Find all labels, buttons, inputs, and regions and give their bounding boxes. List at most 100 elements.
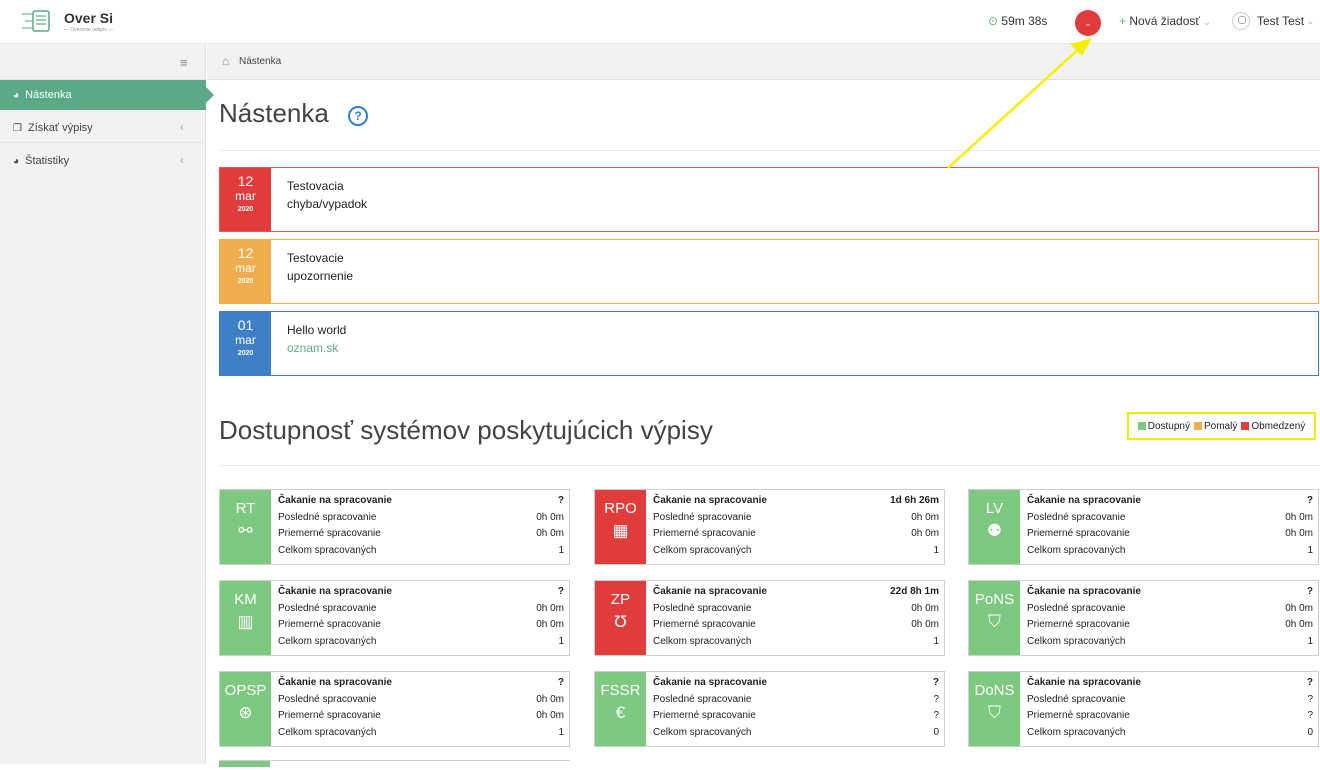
chevron-left-icon: ‹ [180, 122, 184, 134]
system-card-rt: RT ⚯ Čakanie na spracovanie? Posledné sp… [219, 489, 570, 565]
row-label: Posledné spracovanie [653, 693, 752, 705]
row-label: Priemerné spracovanie [1027, 528, 1130, 539]
row-label: Posledné spracovanie [278, 602, 377, 614]
row-label: Čakanie na spracovanie [278, 586, 392, 597]
page-title: Nástenka [219, 98, 329, 128]
row-label: Čakanie na spracovanie [653, 677, 767, 688]
row-value: ? [932, 677, 939, 688]
sidebar-item-dashboard[interactable]: ◕ Nástenka [0, 80, 214, 110]
row-label: Posledné spracovanie [1027, 693, 1126, 705]
help-icon[interactable]: ? [348, 106, 368, 126]
sidebar-item-label: Štatistiky [25, 155, 70, 167]
row-value: 1 [558, 544, 564, 556]
row-value: 0h 0m [911, 511, 939, 523]
notifications-button[interactable]: ⌄ [1075, 10, 1101, 36]
row-label: Priemerné spracovanie [278, 710, 381, 721]
row-label: Posledné spracovanie [1027, 602, 1126, 614]
graduation-cap-icon: ⛉ [988, 703, 1001, 722]
row-label: Posledné spracovanie [1027, 511, 1126, 523]
system-card-dons: DoNS ⛉ Čakanie na spracovanie? Posledné … [968, 671, 1319, 747]
breadcrumb: ⌂ Nástenka [207, 44, 1320, 80]
system-card-zp: ZP Ʊ Čakanie na spracovanie 22d 8h 1m Pos… [594, 580, 945, 656]
row-label: Posledné spracovanie [653, 511, 752, 523]
hamburger-menu-icon[interactable]: ≡ [180, 55, 188, 70]
sidebar: ≡ ◕ Nástenka ❐ Získať výpisy ‹ ◕ Štatist… [0, 44, 214, 764]
legend-label: Obmedzený [1251, 420, 1306, 432]
row-label: Čakanie na spracovanie [1027, 677, 1141, 688]
app-logo[interactable]: Over Si — Overenie údajov — [20, 8, 113, 34]
timer-value: 59m 38s [1001, 14, 1048, 28]
row-label: Čakanie na spracovanie [1027, 495, 1141, 506]
system-card-rpo: RPO ▦ Čakanie na spracovanie 1d 6h 26m Po… [594, 489, 945, 565]
row-value: 0h 0m [1285, 602, 1313, 614]
logo-icon [20, 8, 56, 34]
row-value: ? [1306, 677, 1313, 688]
row-value: 22d 8h 1m [890, 586, 939, 597]
divider [219, 465, 1319, 466]
notice-title: Testovacia [287, 179, 344, 193]
row-value: ? [933, 693, 939, 705]
legend-label: Pomalý [1203, 420, 1238, 432]
row-label: Celkom spracovaných [653, 635, 752, 647]
notice-month: mar [235, 189, 256, 203]
system-code: DoNS [974, 682, 1015, 699]
user-name: Test Test [1257, 14, 1305, 28]
row-label: Celkom spracovaných [278, 635, 377, 647]
row-value: 1 [933, 544, 939, 556]
system-card-km: KM ▥ Čakanie na spracovanie? Posledné sp… [219, 580, 570, 656]
row-value: ? [1307, 710, 1313, 721]
user-menu[interactable]: Test Test ⌄ [1232, 12, 1314, 30]
map-icon: ▥ [237, 612, 254, 631]
system-code: RPO [604, 500, 637, 517]
system-tile: LV ⚉ [969, 490, 1020, 564]
link-icon: ⚯ [238, 521, 253, 540]
notice-body: chyba/vypadok [287, 197, 368, 211]
row-label: Celkom spracovaných [1027, 544, 1126, 556]
row-value: 0h 0m [1285, 619, 1313, 630]
row-label: Celkom spracovaných [278, 726, 377, 738]
system-card-fssr: FSSR € Čakanie na spracovanie? Posledné … [594, 671, 945, 747]
system-tile: RPO ▦ [595, 490, 646, 564]
euro-icon: € [615, 703, 626, 722]
row-label: Priemerné spracovanie [1027, 710, 1130, 721]
row-value: 1 [558, 635, 564, 647]
row-label: Priemerné spracovanie [278, 528, 381, 539]
notice-month: mar [235, 261, 256, 275]
row-value: 0h 0m [1285, 528, 1313, 539]
row-label: Posledné spracovanie [278, 693, 377, 705]
row-label: Čakanie na spracovanie [653, 586, 767, 597]
system-code: FSSR [600, 682, 641, 699]
notice-title: Testovacie [287, 251, 344, 265]
row-label: Priemerné spracovanie [653, 710, 756, 721]
row-value: ? [1306, 495, 1313, 506]
logo-title: Over Si [64, 9, 114, 26]
sidebar-header: ≡ [0, 44, 206, 80]
system-code: KM [234, 591, 257, 608]
sidebar-item-label: Získať výpisy [28, 122, 93, 134]
notice-month: mar [235, 333, 256, 347]
home-icon[interactable]: ⌂ [222, 54, 229, 68]
system-tile: ZP Ʊ [595, 581, 646, 655]
sidebar-item-get-statements[interactable]: ❐ Získať výpisy ‹ [0, 113, 206, 143]
status-legend: Dostupný Pomalý Obmedzený [1127, 412, 1316, 440]
new-request-dropdown[interactable]: + Nová žiadosť ⌄ [1119, 14, 1211, 28]
notice-date: 01 mar 2020 [220, 312, 271, 375]
row-value: 0h 0m [536, 528, 564, 539]
row-value: ? [557, 677, 564, 688]
sidebar-item-label: Nástenka [25, 89, 72, 101]
notice-link[interactable]: oznam.sk [287, 339, 346, 357]
row-label: Posledné spracovanie [278, 511, 377, 523]
notice-warning: 12 mar 2020 Testovacie upozornenie [219, 239, 1319, 304]
notice-error: 12 mar 2020 Testovacia chyba/vypadok [219, 167, 1319, 232]
system-card-lv: LV ⚉ Čakanie na spracovanie? Posledné sp… [968, 489, 1319, 565]
row-value: ? [557, 586, 564, 597]
system-code: ZP [610, 591, 631, 608]
legend-item-slow: Pomalý [1193, 420, 1238, 432]
sidebar-item-statistics[interactable]: ◕ Štatistiky ‹ [0, 146, 206, 176]
row-label: Celkom spracovaných [1027, 726, 1126, 738]
chevron-down-icon: ⌄ [1304, 15, 1315, 26]
row-value: 1d 6h 26m [890, 495, 939, 506]
row-label: Priemerné spracovanie [653, 619, 756, 630]
chevron-down-icon: ⌄ [1084, 18, 1092, 28]
notice-info: 01 mar 2020 Hello world oznam.sk [219, 311, 1319, 376]
